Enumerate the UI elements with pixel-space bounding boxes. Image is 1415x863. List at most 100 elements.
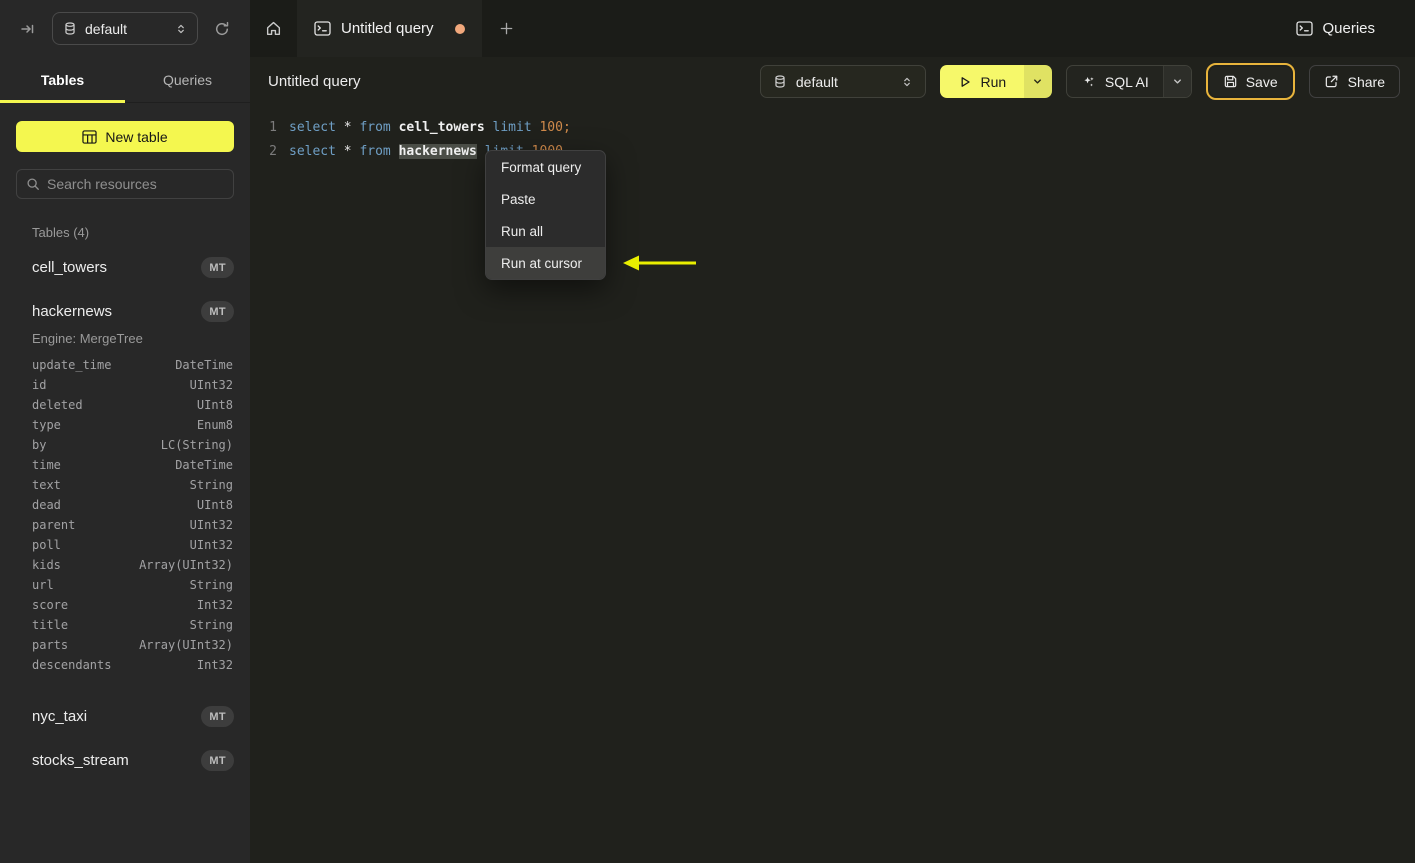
- table-row-hackernews[interactable]: hackernews MT: [0, 295, 250, 328]
- table-row-nyc-taxi[interactable]: nyc_taxi MT: [0, 700, 250, 733]
- sidebar-tabs: Tables Queries: [0, 57, 250, 103]
- plus-icon: [499, 21, 514, 36]
- sql-ai-options-button[interactable]: [1162, 66, 1191, 97]
- sidebar: Tables Queries New table Tables (4) cell…: [0, 57, 250, 863]
- engine-badge: MT: [201, 257, 234, 278]
- sidebar-header: default: [0, 0, 250, 57]
- column-type: UInt8: [196, 498, 233, 512]
- save-button[interactable]: Save: [1209, 67, 1291, 96]
- share-icon: [1324, 74, 1339, 89]
- column-row: descendants Int32: [32, 655, 233, 675]
- engine-badge: MT: [201, 706, 234, 727]
- sparkles-icon: [1081, 74, 1096, 89]
- menu-item-paste[interactable]: Paste: [486, 183, 605, 215]
- column-name: time: [32, 458, 61, 472]
- column-name: score: [32, 598, 69, 612]
- column-name: type: [32, 418, 61, 432]
- table-name: cell_towers: [32, 259, 108, 276]
- column-type: Int32: [196, 598, 233, 612]
- sidebar-tab-tables[interactable]: Tables: [0, 57, 125, 103]
- column-name: kids: [32, 558, 61, 572]
- menu-item-run-all[interactable]: Run all: [486, 215, 605, 247]
- menu-item-format-query[interactable]: Format query: [486, 151, 605, 183]
- column-name: dead: [32, 498, 61, 512]
- code-line-1[interactable]: 1 select * from cell_towers limit 100;: [250, 116, 1415, 140]
- save-button-focus-ring: Save: [1205, 63, 1295, 100]
- column-row: deleted UInt8: [32, 395, 233, 415]
- sidebar-tab-tables-label: Tables: [40, 71, 85, 88]
- column-row: score Int32: [32, 595, 233, 615]
- sql-ai-split-button: SQL AI: [1065, 65, 1192, 98]
- sql-editor[interactable]: 1 select * from cell_towers limit 100; 2…: [250, 106, 1415, 863]
- home-icon: [265, 20, 282, 37]
- column-type: DateTime: [175, 358, 233, 372]
- collapse-sidebar-icon: [20, 21, 36, 37]
- table-row-stocks-stream[interactable]: stocks_stream MT: [0, 744, 250, 777]
- column-type: String: [189, 618, 233, 632]
- new-tab-button[interactable]: [482, 0, 531, 57]
- column-name: by: [32, 438, 47, 452]
- search-input[interactable]: [47, 176, 228, 192]
- column-row: id UInt32: [32, 375, 233, 395]
- terminal-icon: [1296, 21, 1314, 36]
- column-type: UInt32: [189, 378, 233, 392]
- column-name: update_time: [32, 358, 112, 372]
- refresh-button[interactable]: [208, 15, 236, 43]
- database-icon: [63, 21, 77, 36]
- run-button[interactable]: Run: [939, 65, 1024, 98]
- column-row: update_time DateTime: [32, 355, 233, 375]
- chevron-updown-icon: [901, 75, 913, 89]
- toolbar-database-selector[interactable]: default: [759, 65, 926, 98]
- column-row: type Enum8: [32, 415, 233, 435]
- collapse-sidebar-button[interactable]: [14, 15, 42, 43]
- sidebar-tab-queries[interactable]: Queries: [125, 57, 250, 102]
- column-name: text: [32, 478, 61, 492]
- column-type: DateTime: [175, 458, 233, 472]
- queries-button[interactable]: Queries: [1286, 0, 1415, 57]
- code-text: select * from cell_towers limit 100;: [289, 120, 571, 135]
- terminal-icon: [314, 21, 331, 36]
- column-type: LC(String): [160, 438, 233, 452]
- sidebar-database-selector[interactable]: default: [52, 12, 198, 45]
- share-label: Share: [1347, 73, 1385, 90]
- tab-strip: Untitled query Queries: [250, 0, 1415, 57]
- menu-item-run-at-cursor[interactable]: Run at cursor: [486, 247, 605, 279]
- column-name: parts: [32, 638, 69, 652]
- app-window: default Untitled query Queries Tables Qu…: [0, 0, 1415, 863]
- unsaved-changes-dot: [455, 23, 465, 34]
- table-icon: [82, 129, 97, 144]
- tab-untitled-query[interactable]: Untitled query: [297, 0, 482, 57]
- share-button[interactable]: Share: [1308, 65, 1400, 98]
- table-name: nyc_taxi: [32, 708, 88, 725]
- code-line-2[interactable]: 2 select * from hackernews limit 1000: [250, 140, 1415, 164]
- column-row: by LC(String): [32, 435, 233, 455]
- chevron-down-icon: [1032, 76, 1043, 87]
- query-toolbar: Untitled query default Run SQL AI Save S…: [250, 57, 1415, 106]
- run-label: Run: [980, 73, 1007, 90]
- table-row-cell-towers[interactable]: cell_towers MT: [0, 251, 250, 284]
- column-type: Int32: [196, 658, 233, 672]
- new-table-button[interactable]: New table: [16, 121, 234, 152]
- tables-section-label: Tables (4): [32, 225, 90, 240]
- column-row: text String: [32, 475, 233, 495]
- column-type: Enum8: [196, 418, 233, 432]
- run-options-button[interactable]: [1023, 65, 1052, 98]
- column-type: Array(UInt32): [139, 558, 233, 572]
- selected-text: hackernews: [398, 144, 477, 159]
- query-title: Untitled query: [268, 73, 361, 90]
- save-label: Save: [1245, 73, 1278, 90]
- play-icon: [958, 75, 972, 89]
- home-button[interactable]: [250, 0, 297, 57]
- column-row: parent UInt32: [32, 515, 233, 535]
- column-type: String: [189, 578, 233, 592]
- table-name: hackernews: [32, 303, 113, 320]
- column-type: Array(UInt32): [139, 638, 233, 652]
- column-name: id: [32, 378, 47, 392]
- hackernews-columns: update_time DateTime id UInt32 deleted U…: [0, 355, 250, 675]
- engine-badge: MT: [201, 301, 234, 322]
- sql-ai-button[interactable]: SQL AI: [1067, 66, 1163, 97]
- engine-badge: MT: [201, 750, 234, 771]
- search-icon: [26, 177, 40, 191]
- toolbar-database-value: default: [795, 73, 838, 90]
- editor-context-menu: Format query Paste Run all Run at cursor: [485, 150, 606, 280]
